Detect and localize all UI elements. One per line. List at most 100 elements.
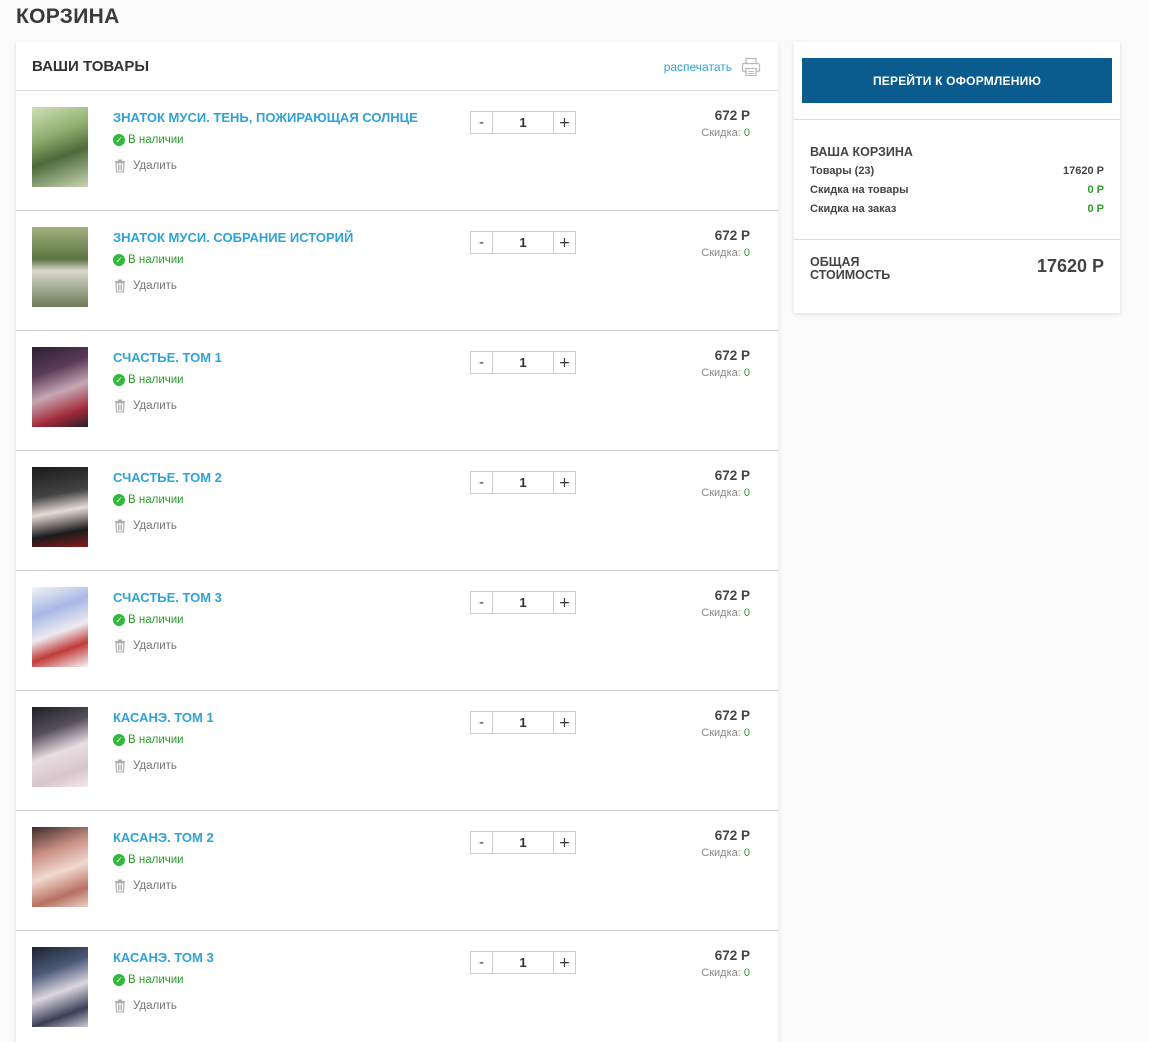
quantity-input[interactable] bbox=[493, 351, 553, 374]
item-price: 672 Р bbox=[714, 228, 750, 243]
total-value: 17620 Р bbox=[1036, 256, 1104, 276]
product-title-link[interactable]: КАСАНЭ. ТОМ 1 bbox=[113, 710, 214, 725]
stock-status: ✓ В наличии bbox=[113, 614, 184, 626]
product-title-link[interactable]: КАСАНЭ. ТОМ 3 bbox=[113, 950, 214, 965]
item-discount: Скидка: 0 bbox=[701, 607, 750, 619]
product-cover-image[interactable] bbox=[32, 107, 88, 187]
summary-row-item-discount: Скидка на товары 0 Р bbox=[810, 184, 1104, 196]
delete-label: Удалить bbox=[133, 1000, 177, 1012]
cart-item: КАСАНЭ. ТОМ 3 ✓ В наличии Удалить - + 67… bbox=[16, 931, 778, 1042]
product-title-link[interactable]: ЗНАТОК МУСИ. ТЕНЬ, ПОЖИРАЮЩАЯ СОЛНЦЕ bbox=[113, 110, 418, 125]
delete-button[interactable]: Удалить bbox=[113, 879, 177, 893]
quantity-input[interactable] bbox=[493, 951, 553, 974]
delete-button[interactable]: Удалить bbox=[113, 279, 177, 293]
delete-button[interactable]: Удалить bbox=[113, 159, 177, 173]
product-cover-image[interactable] bbox=[32, 947, 88, 1027]
delete-label: Удалить bbox=[133, 520, 177, 532]
item-price: 672 Р bbox=[714, 708, 750, 723]
summary-title: ВАША КОРЗИНА bbox=[810, 145, 913, 159]
product-cover-image[interactable] bbox=[32, 227, 88, 307]
product-cover-image[interactable] bbox=[32, 707, 88, 787]
quantity-increase-button[interactable]: + bbox=[553, 351, 576, 374]
print-link[interactable]: распечатать bbox=[664, 60, 732, 74]
quantity-input[interactable] bbox=[493, 591, 553, 614]
stock-status: ✓ В наличии bbox=[113, 854, 184, 866]
stock-label: В наличии bbox=[128, 614, 184, 626]
quantity-decrease-button[interactable]: - bbox=[470, 711, 493, 734]
product-cover-image[interactable] bbox=[32, 587, 88, 667]
divider bbox=[794, 239, 1120, 240]
stock-label: В наличии bbox=[128, 374, 184, 386]
checkout-button[interactable]: ПЕРЕЙТИ К ОФОРМЛЕНИЮ bbox=[802, 58, 1112, 103]
summary-row-value: 17620 Р bbox=[1063, 165, 1104, 177]
quantity-decrease-button[interactable]: - bbox=[470, 351, 493, 374]
delete-button[interactable]: Удалить bbox=[113, 519, 177, 533]
product-cover-image[interactable] bbox=[32, 467, 88, 547]
trash-icon bbox=[115, 639, 125, 653]
product-title-link[interactable]: СЧАСТЬЕ. ТОМ 2 bbox=[113, 470, 222, 485]
product-title-link[interactable]: СЧАСТЬЕ. ТОМ 3 bbox=[113, 590, 222, 605]
delete-label: Удалить bbox=[133, 880, 177, 892]
quantity-stepper: - + bbox=[470, 471, 576, 494]
delete-label: Удалить bbox=[133, 640, 177, 652]
delete-button[interactable]: Удалить bbox=[113, 759, 177, 773]
product-cover-image[interactable] bbox=[32, 347, 88, 427]
item-discount: Скидка: 0 bbox=[701, 367, 750, 379]
trash-icon bbox=[115, 279, 125, 293]
quantity-input[interactable] bbox=[493, 231, 553, 254]
quantity-increase-button[interactable]: + bbox=[553, 711, 576, 734]
quantity-decrease-button[interactable]: - bbox=[470, 831, 493, 854]
delete-button[interactable]: Удалить bbox=[113, 639, 177, 653]
item-discount: Скидка: 0 bbox=[701, 127, 750, 139]
item-discount: Скидка: 0 bbox=[701, 967, 750, 979]
stock-status: ✓ В наличии bbox=[113, 974, 184, 986]
product-cover-image[interactable] bbox=[32, 827, 88, 907]
item-price: 672 Р bbox=[714, 468, 750, 483]
stock-label: В наличии bbox=[128, 494, 184, 506]
quantity-increase-button[interactable]: + bbox=[553, 111, 576, 134]
product-title-link[interactable]: КАСАНЭ. ТОМ 2 bbox=[113, 830, 214, 845]
quantity-decrease-button[interactable]: - bbox=[470, 591, 493, 614]
quantity-input[interactable] bbox=[493, 111, 553, 134]
delete-button[interactable]: Удалить bbox=[113, 399, 177, 413]
quantity-input[interactable] bbox=[493, 471, 553, 494]
cart-item: КАСАНЭ. ТОМ 1 ✓ В наличии Удалить - + 67… bbox=[16, 691, 778, 811]
item-discount: Скидка: 0 bbox=[701, 727, 750, 739]
quantity-increase-button[interactable]: + bbox=[553, 951, 576, 974]
product-title-link[interactable]: ЗНАТОК МУСИ. СОБРАНИЕ ИСТОРИЙ bbox=[113, 230, 353, 245]
quantity-decrease-button[interactable]: - bbox=[470, 111, 493, 134]
quantity-input[interactable] bbox=[493, 831, 553, 854]
quantity-increase-button[interactable]: + bbox=[553, 831, 576, 854]
summary-row-label: Товары (23) bbox=[810, 165, 875, 177]
quantity-stepper: - + bbox=[470, 951, 576, 974]
page-title: КОРЗИНА bbox=[16, 5, 120, 28]
discount-value: 0 bbox=[743, 487, 750, 499]
quantity-stepper: - + bbox=[470, 231, 576, 254]
quantity-input[interactable] bbox=[493, 711, 553, 734]
delete-label: Удалить bbox=[133, 400, 177, 412]
quantity-decrease-button[interactable]: - bbox=[470, 471, 493, 494]
item-discount: Скидка: 0 bbox=[701, 487, 750, 499]
summary-row-label: Скидка на заказ bbox=[810, 203, 897, 215]
cart-item: СЧАСТЬЕ. ТОМ 3 ✓ В наличии Удалить - + 6… bbox=[16, 571, 778, 691]
quantity-increase-button[interactable]: + bbox=[553, 591, 576, 614]
cart-item: ЗНАТОК МУСИ. ТЕНЬ, ПОЖИРАЮЩАЯ СОЛНЦЕ ✓ В… bbox=[16, 91, 778, 211]
delete-label: Удалить bbox=[133, 760, 177, 772]
discount-value: 0 bbox=[743, 607, 750, 619]
cart-items-panel: ВАШИ ТОВАРЫ распечатать ЗНАТОК МУСИ. ТЕН… bbox=[16, 42, 778, 1042]
cart-header-title: ВАШИ ТОВАРЫ bbox=[32, 58, 150, 75]
check-circle-icon: ✓ bbox=[113, 494, 125, 506]
discount-value: 0 bbox=[743, 367, 750, 379]
product-title-link[interactable]: СЧАСТЬЕ. ТОМ 1 bbox=[113, 350, 222, 365]
quantity-stepper: - + bbox=[470, 111, 576, 134]
quantity-decrease-button[interactable]: - bbox=[470, 951, 493, 974]
item-price: 672 Р bbox=[714, 828, 750, 843]
quantity-decrease-button[interactable]: - bbox=[470, 231, 493, 254]
quantity-increase-button[interactable]: + bbox=[553, 471, 576, 494]
cart-item: СЧАСТЬЕ. ТОМ 1 ✓ В наличии Удалить - + 6… bbox=[16, 331, 778, 451]
delete-button[interactable]: Удалить bbox=[113, 999, 177, 1013]
cart-summary-panel: ПЕРЕЙТИ К ОФОРМЛЕНИЮ ВАША КОРЗИНА Товары… bbox=[794, 42, 1120, 313]
quantity-increase-button[interactable]: + bbox=[553, 231, 576, 254]
printer-icon[interactable] bbox=[741, 57, 761, 77]
cart-item: КАСАНЭ. ТОМ 2 ✓ В наличии Удалить - + 67… bbox=[16, 811, 778, 931]
